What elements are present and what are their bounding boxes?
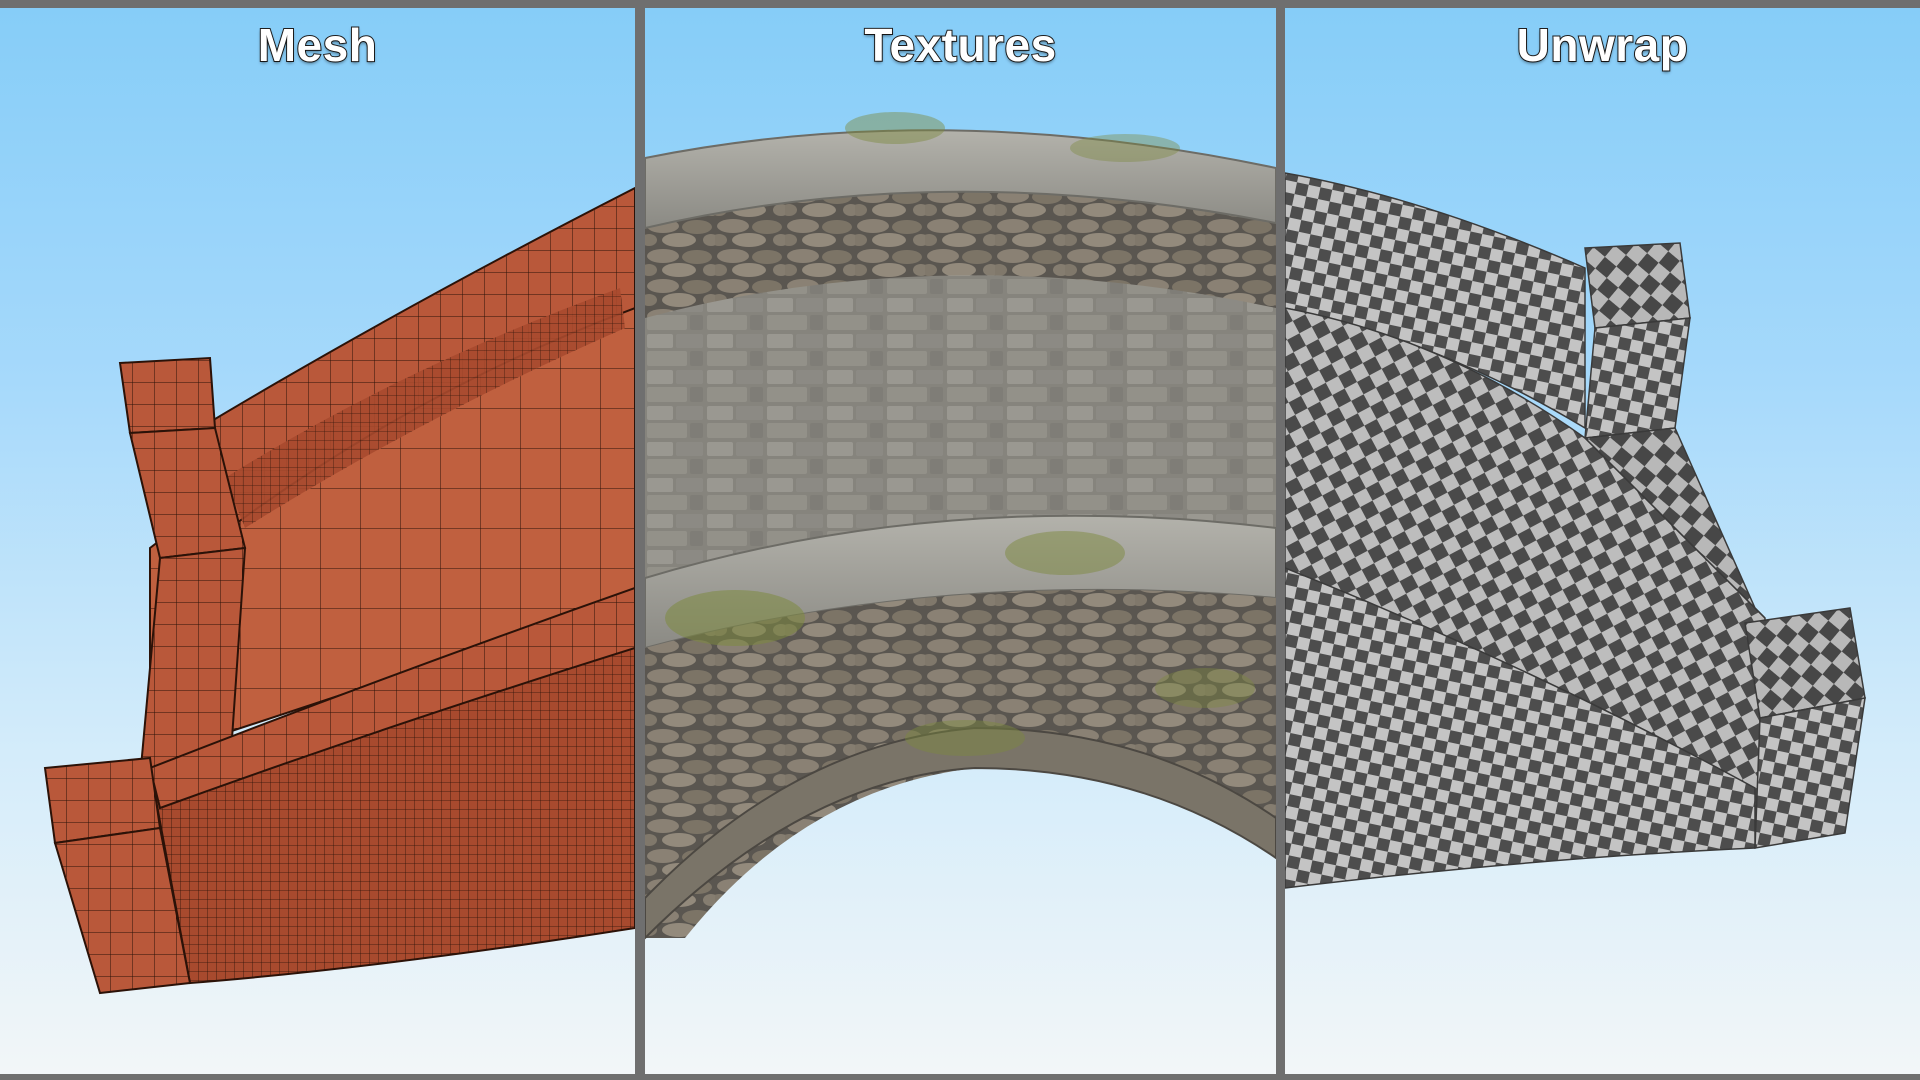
textured-bridge-render (645, 112, 1276, 940)
mesh-bridge-render (43, 186, 635, 995)
panel-mesh: Mesh (0, 8, 635, 1074)
screenshot-frame: Mesh Textures Unwrap (0, 0, 1920, 1080)
panel-title-mesh: Mesh (257, 18, 378, 72)
panel-title-textures: Textures (863, 18, 1057, 72)
panel-title-unwrap: Unwrap (1516, 18, 1689, 72)
panel-textures: Textures (645, 8, 1276, 1074)
uv-checker-bridge-render (1285, 172, 1866, 889)
panel-unwrap: Unwrap (1285, 8, 1920, 1074)
